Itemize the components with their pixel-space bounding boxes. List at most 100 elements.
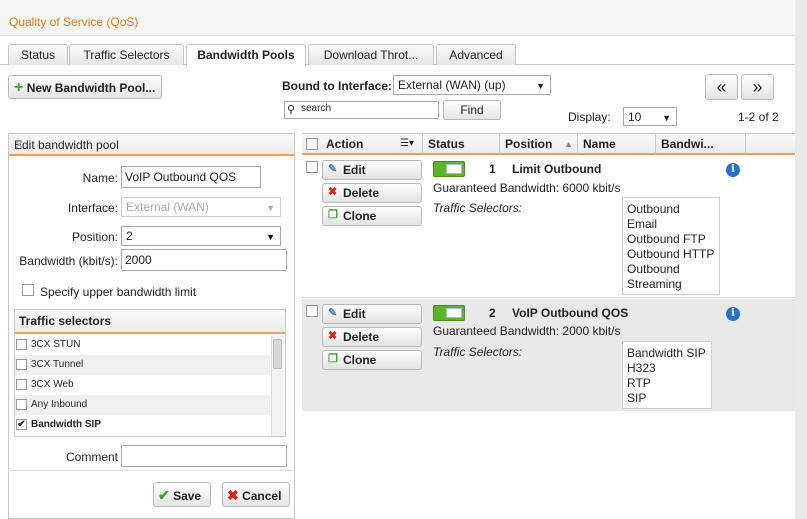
search-placeholder: search <box>301 103 332 114</box>
record-count: 1-2 of 2 <box>738 110 779 124</box>
selector-item[interactable]: 3CX Tunnel <box>15 355 270 375</box>
cancel-button[interactable]: ✖ Cancel <box>222 482 290 507</box>
selector-item[interactable]: 3CX Web <box>15 375 270 395</box>
close-icon: ✖ <box>227 487 239 503</box>
save-label: Save <box>173 489 202 503</box>
display-count-value: 10 <box>628 110 642 124</box>
row-position: 2 <box>489 306 496 320</box>
edit-icon: ✎ <box>328 163 338 175</box>
status-toggle[interactable] <box>433 305 465 321</box>
toggle-knob <box>446 164 462 174</box>
list-item: Outbound <box>627 202 680 216</box>
list-item: Outbound <box>627 262 680 276</box>
selector-checkbox[interactable] <box>16 379 27 390</box>
interface-value: External (WAN) <box>126 200 209 214</box>
interface-select: External (WAN) ▼ <box>121 197 281 217</box>
selectors-scroll-thumb[interactable] <box>273 339 282 369</box>
column-action-label: Action <box>326 137 364 151</box>
check-icon[interactable]: ✔ <box>16 419 27 430</box>
column-menu-icon[interactable]: ☰▾ <box>400 134 414 154</box>
close-icon[interactable]: ✕ <box>14 138 286 152</box>
selector-item[interactable]: Any Inbound <box>15 395 270 415</box>
list-item: Outbound HTTP <box>627 247 715 261</box>
bound-interface-label: Bound to Interface: <box>282 79 392 93</box>
position-label: Position: <box>71 230 118 244</box>
sort-ascending-icon: ▲ <box>564 139 573 149</box>
upper-limit-checkbox[interactable] <box>22 284 34 296</box>
list-item: Streaming <box>627 277 682 291</box>
cancel-label: Cancel <box>242 489 282 503</box>
title-bar: Quality of Service (QoS) <box>0 0 807 36</box>
edit-button[interactable]: ✎ Edit <box>322 160 422 180</box>
selector-item[interactable]: ✔ Bandwidth SIP <box>15 415 270 435</box>
name-field[interactable]: VoIP Outbound QOS <box>121 166 261 188</box>
column-action[interactable]: Action ☰▾ <box>321 134 423 154</box>
traffic-selectors-label: Traffic Selectors: <box>433 201 523 215</box>
clone-label: Clone <box>343 209 377 223</box>
bound-interface-select[interactable]: External (WAN) (up) ▼ <box>393 75 551 95</box>
clone-button[interactable]: ❐ Clone <box>322 350 422 370</box>
row-checkbox[interactable] <box>306 161 318 173</box>
edit-label: Edit <box>343 163 366 177</box>
delete-icon: ✖ <box>328 330 338 342</box>
name-label: Name: <box>82 171 118 185</box>
find-button[interactable]: Find <box>443 100 501 120</box>
info-icon[interactable]: i <box>726 307 740 321</box>
column-status[interactable]: Status <box>423 134 500 154</box>
tab-traffic-selectors[interactable]: Traffic Selectors <box>69 44 184 65</box>
search-input[interactable]: ⚲ search <box>284 101 439 119</box>
info-icon[interactable]: i <box>726 163 740 177</box>
column-position[interactable]: Position ▲ <box>500 134 578 154</box>
position-select[interactable]: 2 ▼ <box>121 226 281 246</box>
selector-checkbox[interactable] <box>16 399 27 410</box>
display-count-select[interactable]: 10 ▼ <box>623 107 677 126</box>
save-button[interactable]: ✔ Save <box>153 482 211 507</box>
delete-icon: ✖ <box>328 186 338 198</box>
selector-checkbox[interactable] <box>16 339 27 350</box>
status-toggle[interactable] <box>433 161 465 177</box>
interface-label: Interface: <box>67 201 118 215</box>
check-icon: ✔ <box>158 487 170 503</box>
row-checkbox[interactable] <box>306 305 318 317</box>
comment-field[interactable] <box>121 445 287 467</box>
tab-status[interactable]: Status <box>8 44 68 65</box>
row-guaranteed-bandwidth: Guaranteed Bandwidth: 6000 kbit/s <box>433 181 621 195</box>
row-selectors-list: Outbound Email Outbound FTP Outbound HTT… <box>622 197 720 295</box>
comment-label: Comment <box>65 450 118 464</box>
column-bandwidth[interactable]: Bandwi... <box>656 134 746 154</box>
clone-icon: ❐ <box>328 353 338 365</box>
tab-download-throttling[interactable]: Download Throt... <box>308 44 434 65</box>
pager-next-button[interactable]: » <box>741 74 774 100</box>
delete-button[interactable]: ✖ Delete <box>322 183 422 203</box>
bandwidth-field[interactable]: 2000 <box>121 249 287 271</box>
list-item: SIP <box>627 391 647 405</box>
delete-label: Delete <box>343 186 380 200</box>
upper-limit-label: Specify upper bandwidth limit <box>40 285 197 299</box>
new-bandwidth-pool-button[interactable]: + New Bandwidth Pool... <box>8 75 162 99</box>
edit-label: Edit <box>343 307 366 321</box>
tab-bandwidth-pools[interactable]: Bandwidth Pools <box>186 44 306 66</box>
column-name[interactable]: Name <box>578 134 656 154</box>
row-selectors-list: Bandwidth SIP H323 RTP SIP <box>622 341 712 409</box>
selector-label: Bandwidth SIP <box>31 419 101 430</box>
edit-button[interactable]: ✎ Edit <box>322 304 422 324</box>
grid-header: Action ☰▾ Status Position ▲ Name Bandwi.… <box>302 133 795 155</box>
pager-previous-button[interactable]: « <box>705 74 738 100</box>
bound-interface-value: External (WAN) (up) <box>398 78 506 92</box>
delete-button[interactable]: ✖ Delete <box>322 327 422 347</box>
list-item: Bandwidth SIP <box>627 346 706 360</box>
clone-button[interactable]: ❐ Clone <box>322 206 422 226</box>
search-icon: ⚲ <box>287 104 296 116</box>
clone-label: Clone <box>343 353 377 367</box>
chevron-down-icon: ▼ <box>266 232 275 242</box>
selector-item[interactable]: 3CX STUN <box>15 335 270 355</box>
selector-label: Any Inbound <box>31 399 88 410</box>
select-all-checkbox[interactable] <box>306 138 318 150</box>
row-guaranteed-bandwidth: Guaranteed Bandwidth: 2000 kbit/s <box>433 324 621 338</box>
selector-checkbox[interactable] <box>16 359 27 370</box>
selector-label: 3CX Web <box>31 379 74 390</box>
list-item: Outbound FTP <box>627 232 706 246</box>
list-item: H323 <box>627 361 656 375</box>
window-edge <box>795 0 807 519</box>
tab-advanced[interactable]: Advanced <box>436 44 516 65</box>
